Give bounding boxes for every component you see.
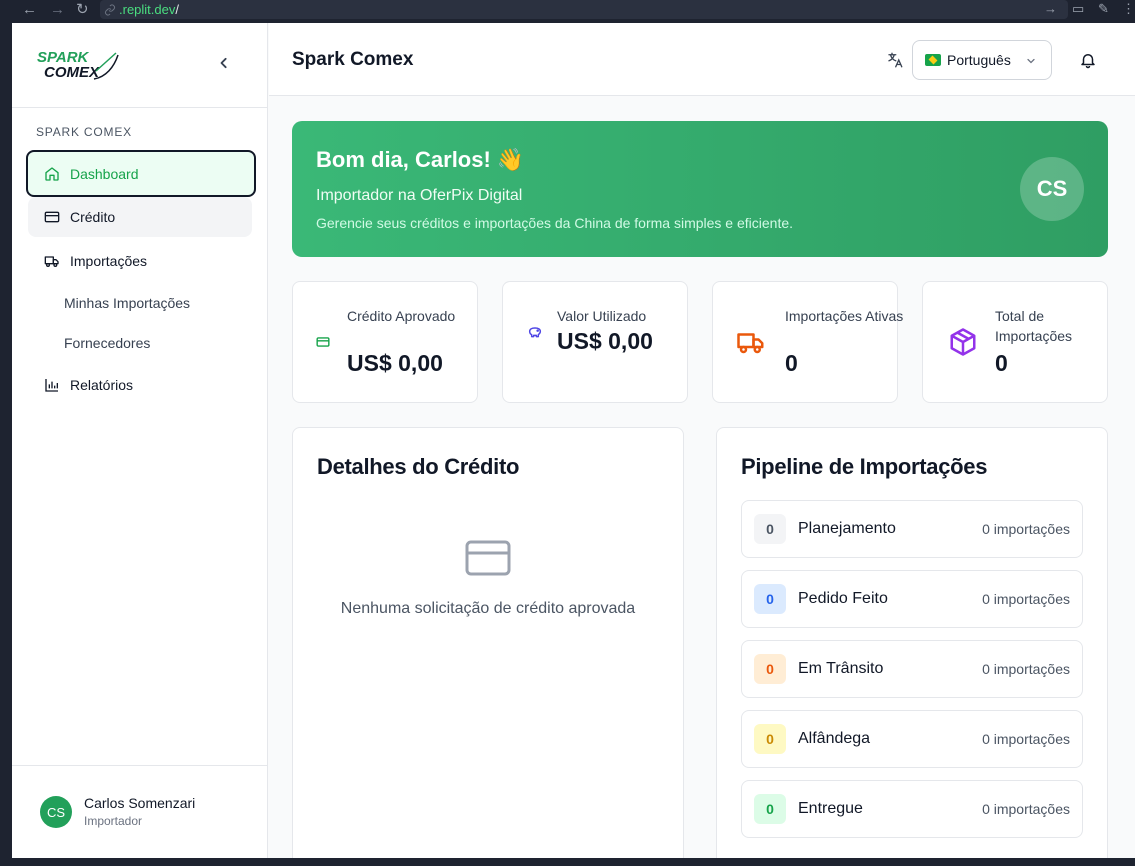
home-icon	[44, 166, 60, 182]
stage-name: Alfândega	[798, 730, 871, 747]
package-icon	[947, 326, 979, 358]
stat-value: 0	[995, 350, 1008, 376]
stat-card-total-importacoes: Total de Importações 0	[922, 281, 1108, 403]
brazil-flag-icon	[925, 54, 941, 66]
url-host: .replit.dev	[119, 2, 176, 17]
stat-label: Crédito Aprovado	[347, 308, 456, 324]
sidebar-subitem-minhas-importacoes[interactable]: Minhas Importações	[64, 295, 190, 311]
bar-chart-icon	[44, 377, 60, 393]
svg-text:COMEX: COMEX	[44, 64, 100, 81]
chevron-down-icon	[1027, 58, 1035, 64]
credit-card-icon	[307, 326, 339, 358]
translate-icon	[886, 51, 904, 69]
stage-summary: 0 importações	[982, 661, 1070, 677]
sidebar-item-dashboard[interactable]: Dashboard	[26, 150, 256, 197]
language-select[interactable]: Português	[912, 40, 1052, 80]
credit-card-icon	[465, 540, 511, 576]
stage-name: Planejamento	[798, 520, 896, 537]
window-edge	[0, 23, 12, 866]
stage-count-badge: 0	[754, 794, 786, 824]
pipeline-stage-row[interactable]: 0 Alfândega 0 importações	[741, 710, 1083, 768]
pipeline-stage-row[interactable]: 0 Pedido Feito 0 importações	[741, 570, 1083, 628]
sidebar-section-label: SPARK COMEX	[36, 125, 132, 139]
go-icon[interactable]: →	[1044, 1, 1057, 16]
page-title: Spark Comex	[292, 49, 414, 70]
language-value: Português	[947, 52, 1011, 68]
stat-value: US$ 0,00	[557, 328, 653, 354]
pipeline-stage-row[interactable]: 0 Planejamento 0 importações	[741, 500, 1083, 558]
notifications-button[interactable]	[1079, 51, 1097, 69]
stat-value: US$ 0,00	[347, 350, 443, 376]
sidebar-item-label: Importações	[70, 253, 148, 269]
avatar[interactable]: CS	[40, 796, 72, 828]
stat-value: 0	[785, 350, 798, 376]
chevron-left-icon	[220, 57, 227, 69]
url-path: /	[175, 2, 179, 17]
address-bar[interactable]: .replit.dev /	[100, 0, 1068, 19]
device-icon[interactable]: ▭	[1072, 1, 1084, 17]
sidebar-item-credito[interactable]: Crédito	[28, 197, 252, 237]
stage-summary: 0 importações	[982, 591, 1070, 607]
pipeline-panel: Pipeline de Importações 0 Planejamento 0 i…	[716, 427, 1108, 858]
credit-details-panel: Detalhes do Crédito Nenhuma solicitação …	[292, 427, 684, 858]
pipeline-stage-row[interactable]: 0 Entregue 0 importações	[741, 780, 1083, 838]
sidebar-item-importacoes[interactable]: Importações	[28, 241, 252, 281]
empty-state-text: Nenhuma solicitação de crédito aprovada	[340, 600, 636, 617]
bell-icon	[1081, 54, 1095, 69]
panel-title: Pipeline de Importações	[741, 454, 988, 479]
top-header: Spark Comex Português	[269, 23, 1135, 96]
stage-count-badge: 0	[754, 654, 786, 684]
menu-icon[interactable]: ⋮	[1122, 1, 1135, 17]
reload-icon[interactable]: ↻	[76, 2, 89, 18]
greeting: Bom dia, Carlos! 👋	[316, 147, 525, 172]
sidebar-item-label: Dashboard	[70, 165, 139, 182]
browser-toolbar: ← → ↻ .replit.dev / → ▭ ✎ ⋮	[0, 0, 1135, 23]
sidebar: SPARK COMEX SPARK COMEX Dashboard Crédit…	[12, 23, 268, 858]
welcome-banner: Bom dia, Carlos! 👋 Importador na OferPix…	[292, 121, 1108, 257]
back-icon[interactable]: ←	[22, 2, 37, 18]
stage-count-badge: 0	[754, 584, 786, 614]
stage-summary: 0 importações	[982, 731, 1070, 747]
sidebar-divider	[12, 107, 268, 108]
pipeline-stage-row[interactable]: 0 Em Trânsito 0 importações	[741, 640, 1083, 698]
stage-name: Pedido Feito	[798, 590, 888, 607]
tools-icon[interactable]: ✎	[1098, 1, 1109, 17]
forward-icon[interactable]: →	[50, 2, 65, 18]
banner-description: Gerencie seus créditos e importações da …	[316, 215, 794, 231]
stat-label: Valor Utilizado	[557, 308, 647, 324]
sidebar-item-label: Relatórios	[70, 377, 134, 393]
truck-icon	[735, 326, 767, 358]
stat-label: Total de Importações	[995, 308, 1073, 344]
stat-card-importacoes-ativas: Importações Ativas 0	[712, 281, 903, 403]
stage-summary: 0 importações	[982, 521, 1070, 537]
piggy-bank-icon	[519, 316, 551, 348]
panel-title: Detalhes do Crédito	[317, 454, 520, 479]
user-role: Importador	[84, 814, 143, 828]
window-edge	[0, 858, 1135, 866]
stage-count-badge: 0	[754, 514, 786, 544]
user-name: Carlos Somenzari	[84, 795, 196, 811]
stage-name: Entregue	[798, 800, 863, 817]
sidebar-item-relatorios[interactable]: Relatórios	[28, 365, 252, 405]
sidebar-item-label: Crédito	[70, 209, 116, 225]
link-icon	[105, 4, 115, 15]
truck-icon	[44, 253, 60, 269]
app-window: SPARK COMEX SPARK COMEX Dashboard Crédit…	[12, 23, 1135, 858]
company-line: Importador na OferPix Digital	[316, 187, 523, 204]
credit-card-icon	[44, 209, 60, 225]
stage-name: Em Trânsito	[798, 660, 884, 677]
sidebar-footer-divider	[12, 765, 268, 766]
collapse-sidebar-button[interactable]	[214, 53, 234, 73]
stat-card-valor-utilizado: Valor Utilizado US$ 0,00	[502, 281, 688, 403]
avatar: CS	[1020, 157, 1084, 221]
stage-count-badge: 0	[754, 724, 786, 754]
sidebar-subitem-fornecedores[interactable]: Fornecedores	[64, 335, 150, 351]
stat-label: Importações Ativas	[785, 308, 904, 324]
stat-card-credito-aprovado: Crédito Aprovado US$ 0,00	[292, 281, 478, 403]
stage-summary: 0 importações	[982, 801, 1070, 817]
brand-logo[interactable]: SPARK COMEX	[36, 47, 120, 83]
